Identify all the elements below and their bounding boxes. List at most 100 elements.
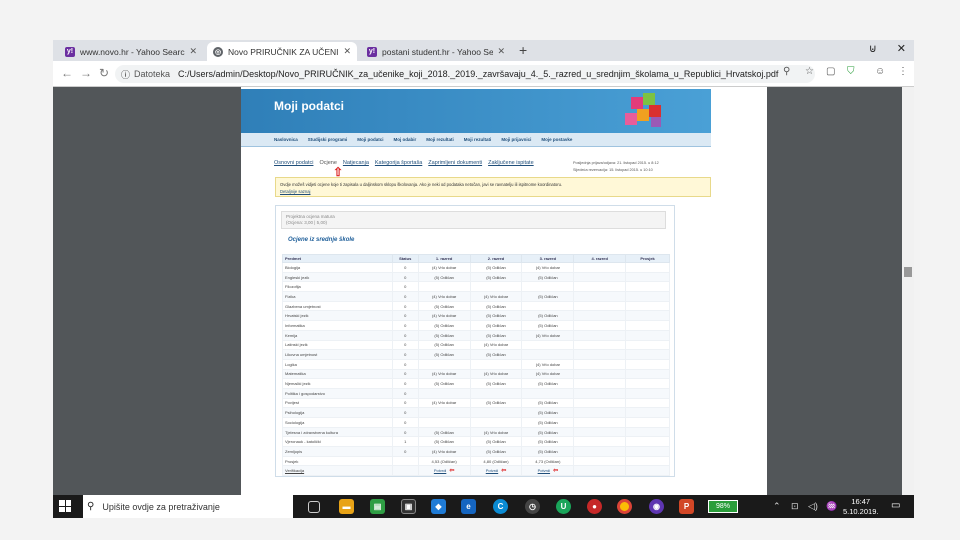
info-more-link[interactable]: Detaljnije saznaj bbox=[280, 188, 706, 195]
menu-item[interactable]: Moji prijavnici bbox=[501, 137, 531, 142]
submenu-item[interactable]: Zaključene ispitate bbox=[488, 160, 534, 166]
submenu-item[interactable]: Kategorija športaša bbox=[375, 160, 422, 166]
notification-icon[interactable]: ▭ bbox=[891, 500, 900, 511]
grade-cell bbox=[417, 358, 471, 370]
menu-item[interactable]: Moji podatci bbox=[357, 137, 383, 142]
last-login-text: Posljednja prijava/odjava: 21. listopad … bbox=[573, 161, 659, 165]
chrome-icon[interactable] bbox=[617, 499, 632, 514]
grade-cell: 0 bbox=[391, 378, 419, 389]
taskbar: ⚲ Upišite ovdje za pretraživanje ▬ ▤ ▣ ◆… bbox=[53, 495, 914, 518]
grade-cell bbox=[521, 300, 575, 312]
app-u-icon[interactable]: U bbox=[556, 499, 571, 514]
star-icon[interactable]: ☆ bbox=[805, 66, 814, 77]
network-icon[interactable]: ⊡ bbox=[791, 501, 799, 512]
menu-icon[interactable]: ⋮ bbox=[898, 66, 908, 77]
menu-item[interactable]: Moj odabir bbox=[394, 137, 417, 142]
book-icon[interactable]: ▤ bbox=[370, 499, 385, 514]
file-explorer-icon[interactable]: ▬ bbox=[339, 499, 354, 514]
taskbar-clock[interactable]: 16:47 5.10.2019. bbox=[843, 497, 878, 517]
store-icon[interactable]: ▣ bbox=[401, 499, 416, 514]
menu-item[interactable]: Moji rezultati bbox=[426, 137, 454, 142]
grade-cell: (5) Odličan bbox=[417, 329, 471, 341]
edge-icon[interactable]: e bbox=[461, 499, 476, 514]
grade-cell bbox=[625, 349, 670, 360]
table-row: Politika i gospodarstvo 0 bbox=[282, 387, 670, 399]
grade-cell bbox=[573, 300, 627, 312]
battery-indicator[interactable]: 98% bbox=[708, 500, 738, 513]
grade-cell: (5) Odličan bbox=[469, 300, 523, 312]
submenu-item[interactable]: Natjecanja bbox=[343, 160, 369, 166]
reader-icon[interactable]: ▢ bbox=[826, 66, 835, 77]
app-red-icon[interactable]: ● bbox=[587, 499, 602, 514]
subject-cell: Sociologija bbox=[282, 417, 393, 428]
grade-cell bbox=[469, 417, 523, 428]
info-icon[interactable]: ⓘ bbox=[121, 68, 130, 81]
confirm-link[interactable]: Potvrdi bbox=[486, 468, 498, 473]
subject-cell: Informatika bbox=[282, 320, 393, 331]
grade-cell bbox=[469, 387, 523, 399]
shield-icon[interactable]: ⛉ bbox=[847, 66, 855, 77]
grade-cell bbox=[625, 426, 670, 438]
account-icon[interactable]: ☺ bbox=[875, 66, 885, 77]
back-icon[interactable]: ← bbox=[61, 66, 73, 80]
grade-cell: (5) Odličan bbox=[521, 378, 575, 389]
grade-cell: (5) Odličan bbox=[521, 397, 575, 409]
task-view-icon[interactable] bbox=[308, 501, 320, 513]
confirm-link[interactable]: Potvrdi bbox=[538, 468, 550, 473]
column-header: Prosjek bbox=[625, 254, 670, 263]
address-input[interactable]: ⓘ Datoteka C:/Users/admin/Desktop/Novo_P… bbox=[115, 65, 815, 83]
app-purple-icon[interactable]: ◉ bbox=[649, 499, 664, 514]
close-icon[interactable]: ✕ bbox=[497, 46, 505, 57]
zoom-icon[interactable]: ⚲ bbox=[783, 66, 790, 77]
powerpoint-icon[interactable]: P bbox=[679, 499, 694, 514]
grade-cell bbox=[573, 368, 627, 380]
close-window-icon[interactable]: ✕ bbox=[897, 42, 906, 55]
wifi-icon[interactable]: ♒ bbox=[826, 501, 837, 512]
menu-item[interactable]: Moje postavke bbox=[541, 137, 572, 142]
table-row: Engleski jezik 0 (5) Odličan (5) Odličan (5)… bbox=[282, 271, 670, 283]
grades-table: Predmet Status 1. razred 2. razred 3. ra… bbox=[282, 254, 670, 477]
submenu-item[interactable]: Zaprimljeni dokumenti bbox=[428, 160, 482, 166]
volume-icon[interactable]: ◁) bbox=[808, 501, 818, 512]
new-tab-icon[interactable]: + bbox=[519, 42, 527, 58]
subject-cell: Njemački jezik bbox=[282, 378, 393, 389]
grade-cell: (5) Odličan bbox=[417, 320, 471, 331]
submenu-item[interactable]: Osnovni podatci bbox=[274, 160, 313, 166]
grade-cell: (5) Odličan bbox=[469, 397, 523, 409]
grade-cell bbox=[573, 397, 627, 409]
app-clock-icon[interactable]: ◷ bbox=[525, 499, 540, 514]
table-row: Sociologija 0 (5) Odličan bbox=[282, 417, 670, 428]
app-icon[interactable]: ◆ bbox=[431, 499, 446, 514]
reload-icon[interactable]: ↻ bbox=[99, 66, 109, 80]
grade-cell bbox=[573, 446, 627, 457]
grade-cell bbox=[469, 358, 523, 370]
confirm-link[interactable]: Potvrdi bbox=[434, 468, 446, 473]
grade-cell bbox=[521, 387, 575, 399]
menu-item[interactable]: Moji rezultati bbox=[464, 137, 492, 142]
grade-cell bbox=[417, 407, 471, 418]
chevron-up-icon[interactable]: ⌃ bbox=[773, 501, 781, 512]
yahoo-icon: y! bbox=[367, 46, 377, 57]
column-header: Predmet bbox=[282, 254, 393, 263]
tab-yahoo-novo[interactable]: y! www.novo.hr - Yahoo Search Re ✕ bbox=[59, 42, 203, 61]
taskbar-search-input[interactable]: ⚲ Upišite ovdje za pretraživanje bbox=[83, 495, 293, 518]
column-header: 1. razred bbox=[417, 254, 471, 263]
app-c-icon[interactable]: C bbox=[493, 499, 508, 514]
forward-icon[interactable]: → bbox=[80, 66, 92, 80]
grade-cell: (5) Odličan bbox=[417, 339, 471, 351]
table-row: Informatika 0 (5) Odličan (5) Odličan (5) Od… bbox=[282, 320, 670, 331]
close-icon[interactable]: ✕ bbox=[189, 46, 197, 57]
scrollbar[interactable] bbox=[902, 87, 914, 495]
tab-yahoo-student[interactable]: y! postani student.hr - Yahoo Searc ✕ bbox=[361, 42, 511, 61]
empty-cell bbox=[391, 465, 419, 477]
grade-cell bbox=[625, 310, 670, 322]
time-text: 16:47 bbox=[851, 497, 871, 506]
user-icon[interactable]: ⊍ bbox=[869, 42, 877, 55]
scrollbar-thumb[interactable] bbox=[904, 267, 912, 277]
close-icon[interactable]: ✕ bbox=[343, 46, 351, 57]
menu-item[interactable]: Naslovnica bbox=[274, 137, 298, 142]
windows-start-icon[interactable] bbox=[59, 500, 71, 512]
grade-cell bbox=[469, 281, 523, 293]
tab-prirucnik[interactable]: ◎ Novo PRIRUČNIK ZA UČENIKE K ✕ bbox=[207, 42, 357, 61]
menu-item[interactable]: Studijski programi bbox=[308, 137, 348, 142]
